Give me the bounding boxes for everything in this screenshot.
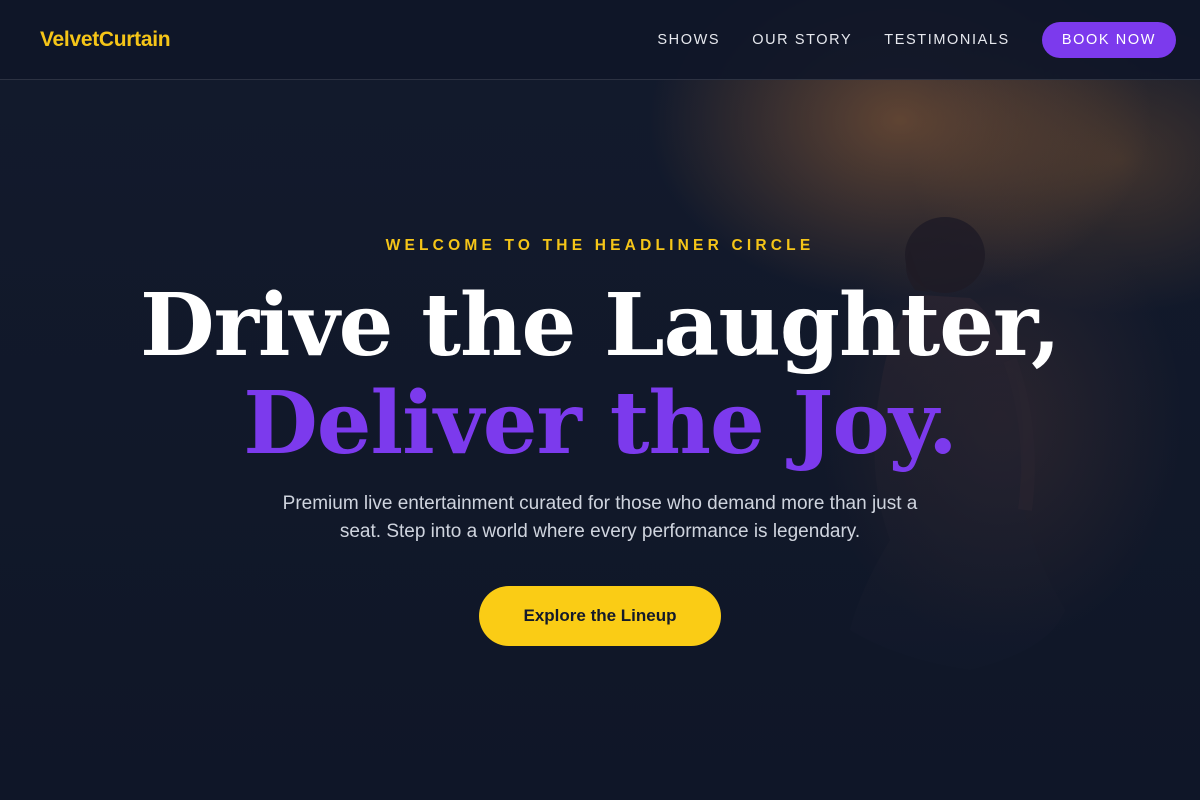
hero-section: WELCOME TO THE HEADLINER CIRCLE Drive th… [0, 80, 1200, 800]
nav-link-shows[interactable]: SHOWS [657, 32, 720, 48]
top-navbar: VelvetCurtain SHOWS OUR STORY TESTIMONIA… [0, 0, 1200, 80]
hero-headline-line2: Deliver the Joy. [243, 373, 958, 474]
hero-subtitle: Premium live entertainment curated for t… [282, 493, 918, 542]
nav-links: SHOWS OUR STORY TESTIMONIALS BOOK NOW [657, 21, 1176, 58]
hero-eyebrow: WELCOME TO THE HEADLINER CIRCLE [385, 237, 815, 254]
landing-page: VelvetCurtain SHOWS OUR STORY TESTIMONIA… [0, 0, 1200, 800]
explore-lineup-button[interactable]: Explore the Lineup [479, 586, 721, 646]
book-now-button[interactable]: BOOK NOW [1041, 21, 1176, 58]
nav-link-our-story[interactable]: OUR STORY [752, 32, 852, 48]
nav-link-testimonials[interactable]: TESTIMONIALS [884, 32, 1010, 48]
hero-headline-line1: Drive the Laughter, [140, 275, 1061, 376]
brand-logo[interactable]: VelvetCurtain [40, 28, 171, 52]
